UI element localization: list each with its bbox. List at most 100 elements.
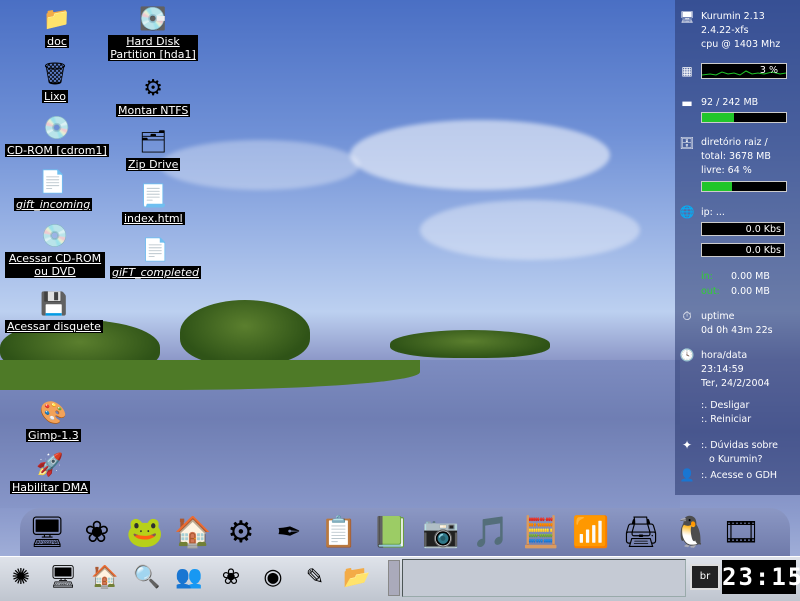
- kernel-version: 2.4.22-xfs: [701, 25, 749, 36]
- desktop-icon-index-html[interactable]: 📃 index.html: [122, 182, 185, 225]
- files-icon[interactable]: 📂: [340, 560, 374, 594]
- reboot-link[interactable]: :. Reiniciar: [701, 414, 751, 426]
- disk-bar-fill: [702, 182, 733, 191]
- uptime-label: uptime: [701, 311, 735, 322]
- desktop-icon-lixo[interactable]: 🗑 Lixo: [40, 60, 70, 103]
- desktop-icon-label: Montar NTFS: [116, 104, 191, 117]
- desktop-icon-acessar-disquete[interactable]: 💾 Acessar disquete: [5, 290, 103, 333]
- cloud: [160, 140, 360, 190]
- disk-icon: 🗄: [679, 136, 695, 150]
- gear-icon: ⚙: [143, 76, 164, 101]
- floppy-icon: 💾: [40, 292, 68, 317]
- desktop-icon-hard-disk[interactable]: 💽 Hard Disk Partition [hda1]: [108, 5, 198, 61]
- desktop-icon-label: Lixo: [41, 90, 69, 103]
- memory-bar-fill: [702, 113, 734, 122]
- folder-link-icon: 📄: [141, 238, 170, 263]
- home-icon[interactable]: 🏠: [172, 510, 214, 554]
- desktop-icon-montar-ntfs[interactable]: ⚙ Montar NTFS: [116, 74, 191, 117]
- media-icon[interactable]: ◉: [256, 560, 290, 594]
- desktop-icon-cdrom[interactable]: 💿 CD-ROM [cdrom1]: [5, 114, 109, 157]
- current-time: 23:14:59: [701, 364, 744, 375]
- desktop-icon-label: Gimp-1.3: [26, 429, 81, 442]
- music-icon[interactable]: 🎵: [470, 510, 512, 554]
- office-icon[interactable]: 📋: [318, 510, 360, 554]
- pen-icon[interactable]: ✒: [268, 510, 310, 554]
- cdrom-icon: 💿: [41, 224, 69, 249]
- desktop-icon-acessar-cdrom[interactable]: 💿 Acessar CD-ROM ou DVD: [5, 222, 105, 278]
- editor-icon[interactable]: 📗: [370, 510, 412, 554]
- help-link-line1[interactable]: :. Dúvidas sobre: [701, 440, 778, 452]
- control-center-icon[interactable]: ⚙: [220, 510, 262, 554]
- island-trees: [180, 300, 310, 365]
- icq-icon[interactable]: ❀: [214, 560, 248, 594]
- panel-handle[interactable]: [388, 560, 400, 596]
- ip-address: ip: ...: [701, 207, 725, 218]
- current-date: Ter, 24/2/2004: [701, 378, 770, 389]
- cpu-speed: cpu @ 1403 Mhz: [701, 39, 781, 50]
- uptime-value: 0d 0h 43m 22s: [701, 325, 773, 336]
- stopwatch-icon: ⏱: [682, 309, 692, 323]
- users-icon[interactable]: 👥: [172, 560, 206, 594]
- disk-total: total: 3678 MB: [701, 151, 771, 162]
- cpu-graph: 3 %: [701, 63, 787, 79]
- folder-link-icon: 📄: [39, 170, 67, 195]
- camera-icon[interactable]: 📷: [420, 510, 462, 554]
- desktop-icon-gift-incoming[interactable]: 📄 gift_incoming: [14, 168, 93, 211]
- memory-usage: 92 / 242 MB: [701, 97, 759, 108]
- home-icon[interactable]: 🏠: [88, 560, 122, 594]
- far-island: [390, 330, 550, 358]
- desktop-icon-label: Habilitar DMA: [10, 481, 90, 494]
- calculator-icon[interactable]: 🧮: [520, 510, 562, 554]
- keyboard-layout-indicator[interactable]: br: [690, 564, 720, 590]
- hard-disk-icon: 💽: [139, 7, 167, 32]
- desktop-icon-label: Hard Disk Partition [hda1]: [108, 35, 198, 61]
- network-icon: 🌐: [679, 205, 695, 219]
- help-link-line2[interactable]: o Kurumin?: [709, 454, 763, 466]
- net-out-value: 0.00 MB: [731, 286, 770, 297]
- desktop-icon-label: CD-ROM [cdrom1]: [5, 144, 109, 157]
- editor-icon[interactable]: ✎: [298, 560, 332, 594]
- clock-icon: 🕓: [679, 348, 695, 362]
- icq-flower-icon[interactable]: ❀: [76, 510, 118, 554]
- help-icon: ✦: [681, 438, 693, 452]
- taskbar-area[interactable]: [402, 559, 686, 597]
- cloud: [350, 120, 610, 190]
- desktop-icon-zip-drive[interactable]: 🗂 Zip Drive: [126, 128, 181, 171]
- system-name: Kurumin 2.13: [701, 11, 765, 22]
- desktop-icon-gimp[interactable]: 🎨 Gimp-1.3: [26, 399, 81, 442]
- printer-icon[interactable]: 🖨: [620, 510, 662, 554]
- disk-title: diretório raiz /: [701, 137, 768, 148]
- system-monitor-panel: 🖥 Kurumin 2.13 2.4.22-xfs cpu @ 1403 Mhz…: [675, 0, 800, 495]
- net-down-rate: 0.0 Kbs: [701, 222, 785, 236]
- desktop-icon-label: Acessar disquete: [5, 320, 103, 333]
- desktop-icon-habilitar-dma[interactable]: 🚀 Habilitar DMA: [10, 451, 90, 494]
- desktop-icon[interactable]: 🖥: [46, 560, 80, 594]
- shutdown-link[interactable]: :. Desligar: [701, 400, 749, 412]
- gimp-icon: 🎨: [39, 401, 68, 426]
- cdrom-icon: 💿: [43, 116, 71, 141]
- datetime-label: hora/data: [701, 350, 748, 361]
- disk-bar: [701, 181, 787, 192]
- browser-icon[interactable]: 🔍: [130, 560, 164, 594]
- net-up-rate: 0.0 Kbs: [701, 243, 785, 257]
- desktop-icon-gift-completed[interactable]: 📄 giFT_completed: [110, 236, 201, 279]
- memory-bar: [701, 112, 787, 123]
- gdh-link[interactable]: :. Acesse o GDH: [701, 470, 777, 482]
- monitor-icon: 🖥: [679, 10, 695, 24]
- net-out-label: out:: [701, 286, 720, 297]
- chat-mascot-icon[interactable]: 🐸: [124, 510, 166, 554]
- desktop-icon-label: doc: [45, 35, 69, 48]
- panel-clock[interactable]: 23:15: [722, 560, 800, 594]
- kmenu-icon[interactable]: ✺: [4, 560, 38, 594]
- tux-icon[interactable]: 🐧: [670, 510, 712, 554]
- video-icon[interactable]: 🎞: [720, 510, 762, 554]
- cpu-chip-icon: ▦: [681, 64, 693, 78]
- network-icon[interactable]: 📶: [570, 510, 612, 554]
- desktop-icon-label: Acessar CD-ROM ou DVD: [5, 252, 105, 278]
- net-in-label: in:: [701, 271, 713, 282]
- computer-icon[interactable]: 🖥: [26, 510, 68, 554]
- cloud: [420, 200, 640, 260]
- cpu-load: 3 %: [759, 65, 778, 76]
- desktop-icon-label: index.html: [122, 212, 185, 225]
- desktop-icon-doc[interactable]: 📁 doc: [42, 5, 72, 48]
